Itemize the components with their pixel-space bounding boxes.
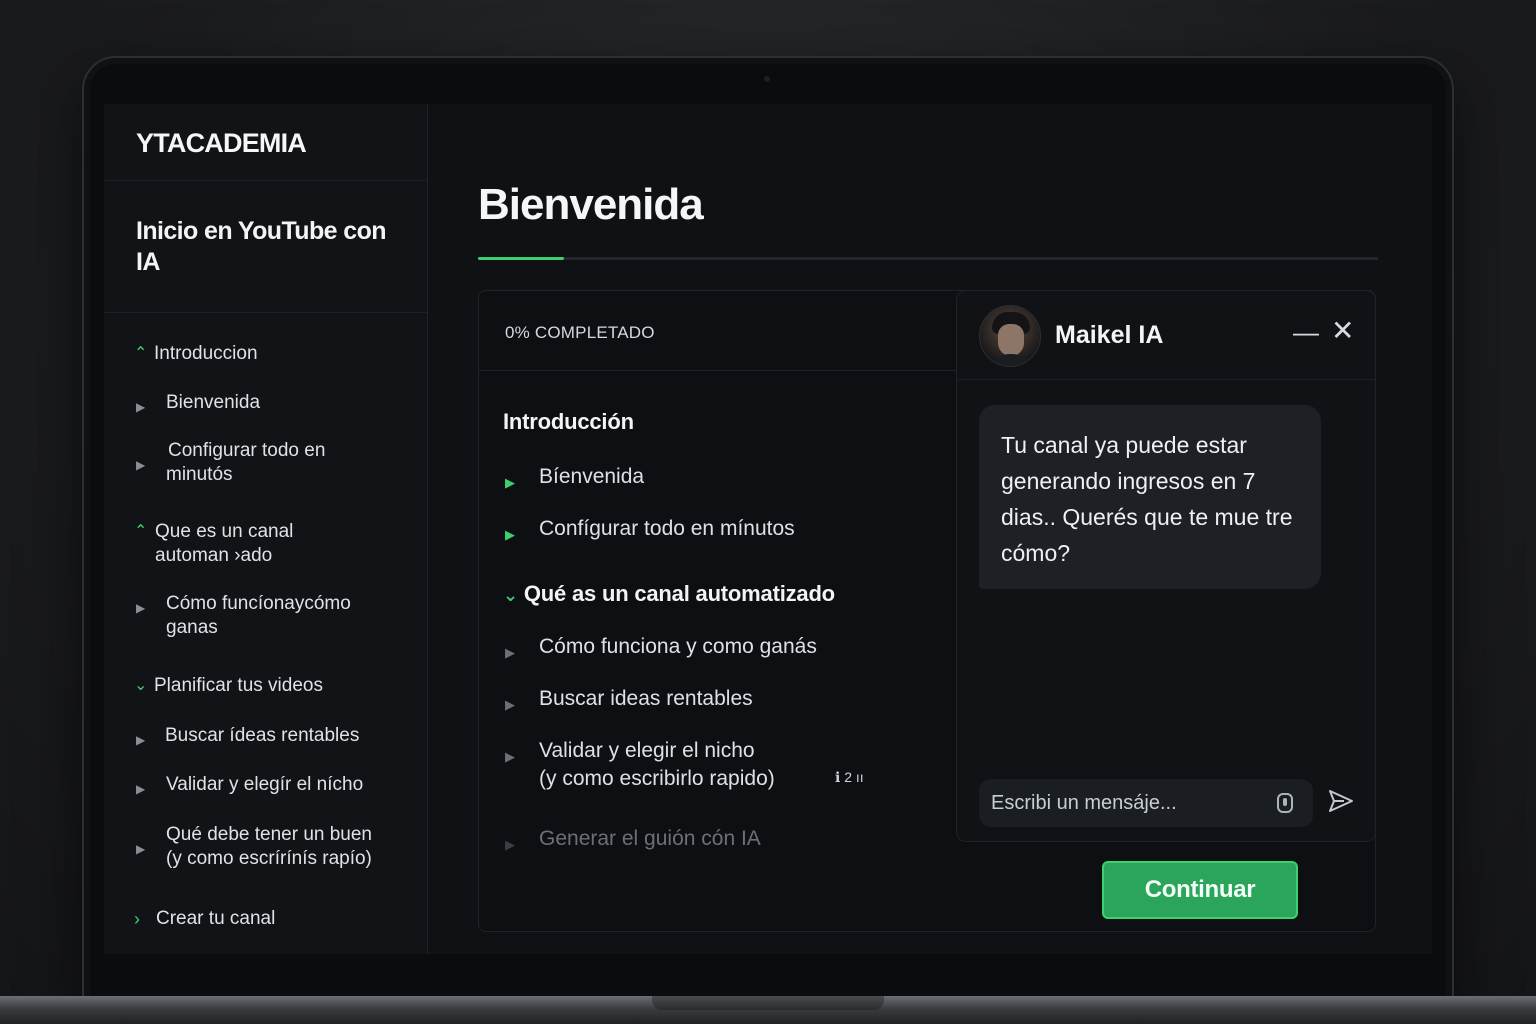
- play-icon: ▶: [136, 458, 146, 472]
- play-icon: ▶: [136, 782, 146, 796]
- sidebar-item-configurar[interactable]: ▶ Configurar todo en minutós: [136, 439, 416, 489]
- sidebar-item-label: Configurar todo en: [168, 440, 326, 461]
- divider: [104, 312, 428, 313]
- divider: [104, 180, 428, 181]
- play-icon: ▶: [136, 601, 146, 615]
- sidebar-item-label: (y como escrírínís rapío): [166, 848, 372, 869]
- lesson-validar-nicho[interactable]: ▶ Validar y elegir el nicho (y como escr…: [505, 737, 925, 793]
- lesson-bienvenida[interactable]: ▶ Bíenvenida: [505, 463, 905, 491]
- progress-bar-fill: [478, 257, 564, 260]
- sidebar-section-label: Crear tu canal: [156, 908, 276, 929]
- sidebar-item-que-debe-tener[interactable]: ▶ Qué debe tener un buen (y como escrírí…: [136, 823, 426, 873]
- app-screen: YTACADEMIA Inicio en YouTube con IA ⌃ In…: [104, 104, 1432, 954]
- brand-logo[interactable]: YTACADEMIA: [136, 128, 307, 159]
- play-icon: ▶: [136, 733, 146, 747]
- section-title-introduccion[interactable]: Introducción: [503, 409, 634, 435]
- lesson-buscar-ideas[interactable]: ▶ Buscar ideas rentables: [505, 685, 905, 713]
- play-icon: ▶: [505, 645, 515, 660]
- lesson-label: Bíenvenida: [539, 465, 645, 488]
- sidebar-item-label: ganas: [166, 617, 218, 638]
- play-icon: ▶: [505, 527, 515, 542]
- sidebar-item-label: Validar y elegír el níсho: [166, 774, 364, 795]
- sidebar-section-planificar[interactable]: ⌄ Planificar tus videos: [134, 674, 414, 700]
- sidebar-section-label: Introduccion: [154, 343, 258, 364]
- lesson-label: Cómo funciona y como ganás: [539, 635, 817, 658]
- play-icon: ▶: [136, 842, 146, 856]
- chevron-right-icon: ›: [134, 909, 140, 929]
- divider: [479, 370, 957, 371]
- play-icon: ▶: [505, 475, 515, 490]
- play-icon: ▶: [505, 697, 515, 712]
- lesson-label: Confígurar todo en mínutos: [539, 517, 795, 540]
- sidebar-item-bienvenida[interactable]: ▶ Bienvenida: [136, 391, 416, 417]
- sidebar: YTACADEMIA Inicio en YouTube con IA ⌃ In…: [104, 104, 428, 954]
- sidebar-item-validar-nicho[interactable]: ▶ Validar y elegír el níсho: [136, 773, 416, 799]
- lesson-generar-guion[interactable]: ▶ Generar el guión cón IA: [505, 825, 905, 853]
- laptop-notch: [652, 996, 884, 1010]
- sidebar-section-label: automan ›ado: [155, 545, 273, 566]
- send-icon[interactable]: [1327, 787, 1355, 815]
- chevron-down-icon: ⌄: [134, 677, 148, 694]
- avatar: [979, 305, 1041, 367]
- sidebar-item-como-funciona[interactable]: ▶ Cómo funcíonaycómo ganas: [136, 592, 416, 642]
- divider: [957, 379, 1377, 380]
- lesson-label: Validar y elegir el nicho: [539, 739, 755, 762]
- chevron-up-icon: ⌃: [134, 345, 148, 362]
- play-icon: ▶: [505, 749, 515, 764]
- sidebar-item-label: Buscar ídeas rentables: [165, 725, 360, 746]
- course-title: Inicio en YouTube con IA: [136, 217, 387, 276]
- sidebar-section-introduccion[interactable]: ⌃ Introduccion: [134, 342, 414, 368]
- message-input[interactable]: [991, 787, 1261, 819]
- close-icon[interactable]: ✕: [1331, 317, 1354, 345]
- play-icon: ▶: [136, 400, 146, 414]
- microphone-icon[interactable]: [1277, 793, 1293, 813]
- sidebar-item-label: minutós: [166, 464, 233, 485]
- section-title-canal-automatizado[interactable]: ⌄ Qué as un canal automatizado: [503, 581, 835, 607]
- sidebar-section-label: Planificar tus videos: [154, 675, 323, 696]
- message-input-box: [979, 779, 1313, 827]
- webcam: [764, 76, 770, 82]
- play-icon: ▶: [505, 837, 515, 852]
- section-title-label: Qué as un canal automatizado: [523, 581, 835, 606]
- lesson-meta-badge: ℹ 2 ıı: [835, 769, 864, 785]
- page-title: Bienvenida: [478, 180, 704, 229]
- progress-bar: [478, 257, 1378, 260]
- chat-panel: Maikel IA — ✕ Tu canal ya puede estar ge…: [956, 290, 1377, 842]
- continue-button[interactable]: Continuar: [1102, 861, 1298, 919]
- chevron-up-icon: ⌃: [134, 523, 148, 540]
- sidebar-item-label: Qué debe tener un buen: [166, 824, 373, 845]
- chat-assistant-name: Maikel IA: [1055, 321, 1164, 349]
- lesson-como-funciona[interactable]: ▶ Cómo funciona y como ganás: [505, 633, 905, 661]
- sidebar-section-canal-automatizado[interactable]: ⌃ Que es un canal automan ›ado: [134, 520, 414, 570]
- lesson-label: Generar el guión cón IA: [539, 827, 761, 850]
- chat-message-text: Tu canal ya puede estar generando ingres…: [1001, 432, 1293, 566]
- sidebar-item-label: Cómo funcíonaycómo: [166, 593, 351, 614]
- completion-status: 0% COMPLETADO: [505, 323, 655, 342]
- lesson-label: Buscar ideas rentables: [539, 687, 753, 710]
- sidebar-item-label: Bienvenida: [166, 392, 261, 413]
- lesson-label: (y como escribirlo rapido): [539, 767, 775, 790]
- chevron-down-icon: ⌄: [503, 585, 518, 605]
- sidebar-item-buscar-ideas[interactable]: ▶ Buscar ídeas rentables: [136, 724, 416, 750]
- sidebar-section-crear-canal[interactable]: › Crear tu canal: [134, 907, 414, 933]
- sidebar-section-label: Que es un canal: [155, 521, 294, 542]
- lesson-configurar[interactable]: ▶ Confígurar todo en mínutos: [505, 515, 905, 543]
- minimize-icon[interactable]: —: [1293, 317, 1319, 348]
- chat-message-bubble: Tu canal ya puede estar generando ingres…: [979, 405, 1321, 589]
